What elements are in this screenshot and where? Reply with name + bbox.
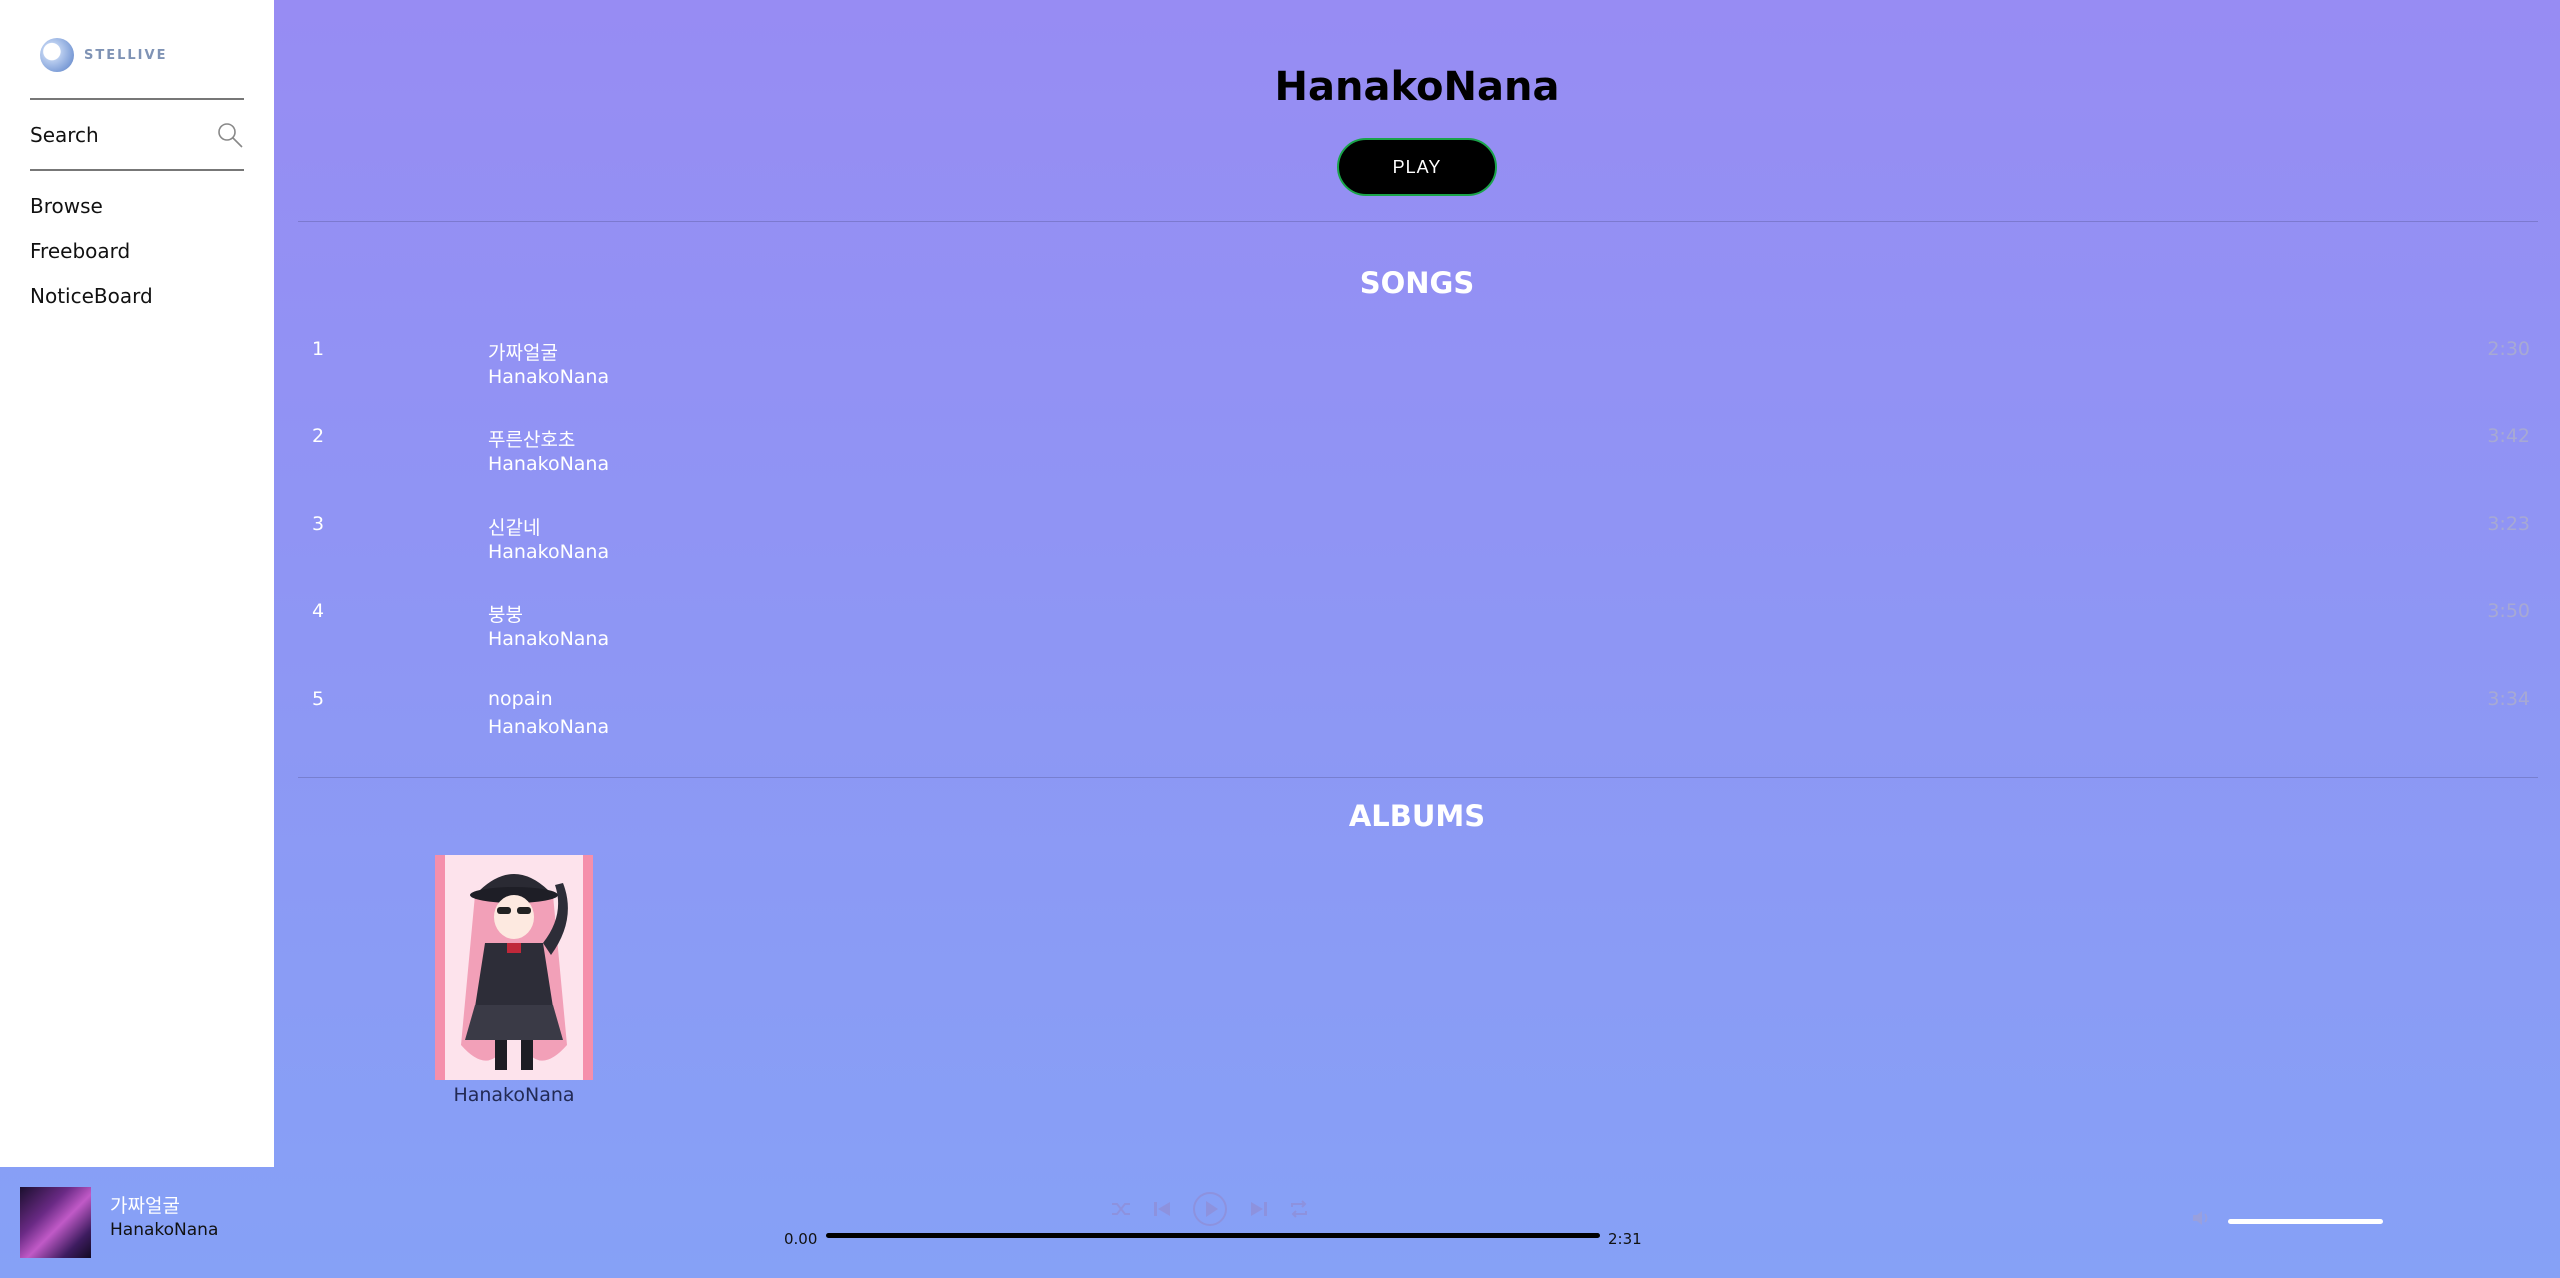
play-icon[interactable] <box>1191 1190 1229 1228</box>
song-row[interactable]: 4 붕붕 HanakoNana 3:50 <box>298 600 2538 680</box>
volume-slider[interactable] <box>2228 1219 2383 1224</box>
song-number: 3 <box>312 513 325 535</box>
sidebar-nav: Browse Freeboard NoticeBoard <box>30 190 153 325</box>
song-duration: 3:23 <box>2487 513 2530 535</box>
next-icon[interactable] <box>1249 1199 1269 1219</box>
now-playing-artist: HanakoNana <box>110 1220 219 1240</box>
search-link[interactable]: Search <box>30 118 244 152</box>
songs-heading: SONGS <box>1359 266 1475 300</box>
progress-bar[interactable] <box>826 1233 1600 1238</box>
song-number: 4 <box>312 600 325 622</box>
volume-icon[interactable] <box>2190 1207 2212 1233</box>
song-artist: HanakoNana <box>488 366 610 388</box>
sidebar-item-browse[interactable]: Browse <box>30 190 153 235</box>
search-icon[interactable] <box>216 121 244 149</box>
song-number: 2 <box>312 425 325 447</box>
song-title: 붕붕 <box>488 604 523 626</box>
shuffle-icon[interactable] <box>1110 1198 1132 1220</box>
song-title: nopain <box>488 688 553 710</box>
logo-mark-icon <box>40 38 74 72</box>
repeat-icon[interactable] <box>1288 1198 1310 1220</box>
song-title: 가짜얼굴 <box>488 342 558 364</box>
song-artist: HanakoNana <box>488 453 610 475</box>
song-duration: 3:34 <box>2487 688 2530 710</box>
player-bar: 가짜얼굴 HanakoNana 0.00 2:31 <box>0 1167 2560 1278</box>
song-artist: HanakoNana <box>488 541 610 563</box>
song-duration: 3:42 <box>2487 425 2530 447</box>
album-cover-image[interactable] <box>435 855 593 1080</box>
logo[interactable]: STELLIVE <box>40 38 167 72</box>
artist-title: HanakoNana <box>1274 64 1560 110</box>
song-title: 푸른산호초 <box>488 429 576 451</box>
song-title: 신같네 <box>488 517 541 539</box>
song-duration: 3:50 <box>2487 600 2530 622</box>
album-name: HanakoNana <box>453 1084 575 1106</box>
playback-controls <box>1110 1189 1310 1229</box>
total-time: 2:31 <box>1608 1230 1642 1248</box>
albums-heading: ALBUMS <box>1348 799 1486 833</box>
sidebar-item-noticeboard[interactable]: NoticeBoard <box>30 280 153 325</box>
sidebar-item-freeboard[interactable]: Freeboard <box>30 235 153 280</box>
song-artist: HanakoNana <box>488 628 610 650</box>
sidebar-divider <box>30 98 244 100</box>
current-time: 0.00 <box>784 1230 818 1248</box>
song-row[interactable]: 2 푸른산호초 HanakoNana 3:42 <box>298 425 2538 505</box>
artist-page: HanakoNana PLAY SONGS 1 가짜얼굴 HanakoNana … <box>274 0 2560 1167</box>
now-playing-title: 가짜얼굴 <box>110 1195 180 1217</box>
song-row[interactable]: 1 가짜얼굴 HanakoNana 2:30 <box>298 338 2538 418</box>
song-number: 1 <box>312 338 325 360</box>
sidebar-divider <box>30 169 244 171</box>
song-artist: HanakoNana <box>488 716 610 738</box>
section-divider <box>298 221 2538 222</box>
sidebar: STELLIVE Search Browse Freeboard NoticeB… <box>0 0 274 1167</box>
play-button[interactable]: PLAY <box>1337 138 1497 196</box>
song-duration: 2:30 <box>2487 338 2530 360</box>
section-divider <box>298 777 2538 778</box>
search-label: Search <box>30 123 99 147</box>
album-card[interactable]: HanakoNana <box>435 855 593 1106</box>
song-row[interactable]: 5 nopain HanakoNana 3:34 <box>298 688 2538 768</box>
song-number: 5 <box>312 688 325 710</box>
previous-icon[interactable] <box>1152 1199 1172 1219</box>
now-playing-cover[interactable] <box>20 1187 91 1258</box>
logo-text: STELLIVE <box>84 47 168 63</box>
song-row[interactable]: 3 신같네 HanakoNana 3:23 <box>298 513 2538 593</box>
